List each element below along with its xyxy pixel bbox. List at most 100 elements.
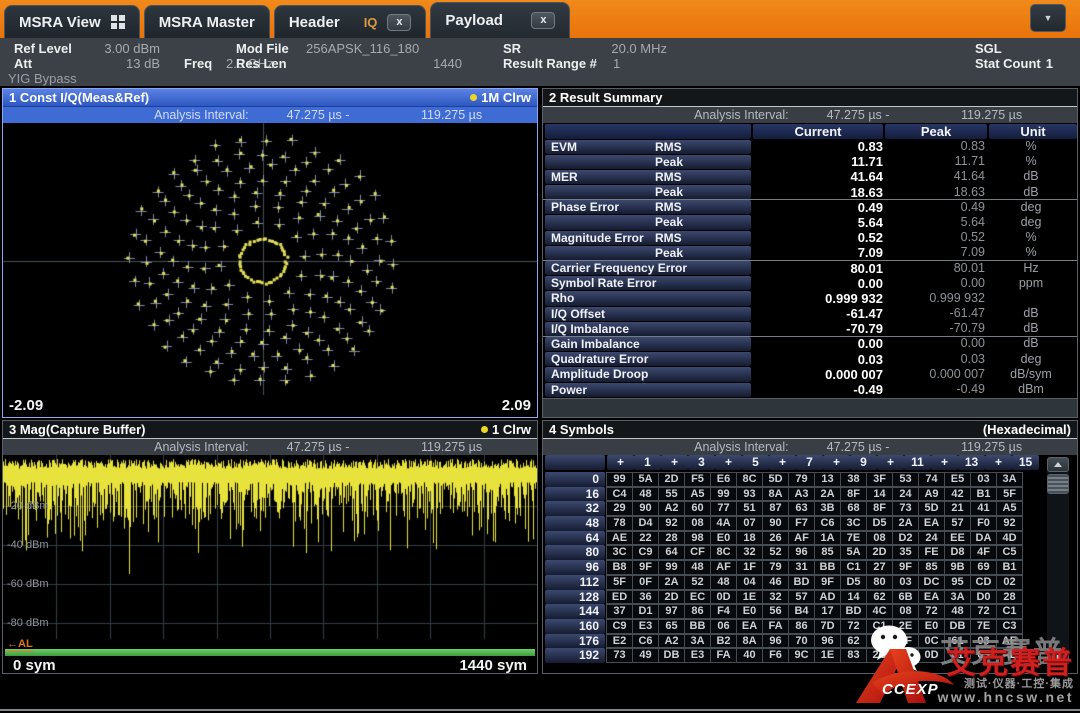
scroll-down-button[interactable]: [1047, 650, 1069, 665]
scroll-up-button[interactable]: [1047, 457, 1069, 472]
tab-bar: MSRA ViewMSRA MasterHeaderIQxPayloadx ▼: [0, 0, 1080, 38]
symbol-byte-cell: 03: [970, 634, 997, 649]
field-ref-level[interactable]: Ref Level3.00 dBm: [14, 41, 160, 56]
scrollbar-thumb[interactable]: [1047, 474, 1069, 494]
result-param-cell: Gain Imbalance: [545, 337, 751, 351]
analysis-interval-from: 47.275 µs -: [249, 440, 388, 454]
field-yig-bypass[interactable]: YIG Bypass: [8, 71, 77, 86]
symbols-offset-label: 64: [545, 531, 605, 546]
result-peak-value: 0.000 007: [883, 367, 985, 382]
result-current-value: 41.64: [751, 169, 883, 184]
symbols-offset-label: 80: [545, 545, 605, 560]
grid-layout-icon: [111, 15, 125, 29]
symbol-byte-cell: C1: [840, 560, 867, 575]
result-row: Quadrature Error0.030.03deg: [543, 352, 1077, 367]
tab-payload[interactable]: Payloadx: [430, 2, 570, 38]
symbols-offset-label: 0: [545, 472, 605, 487]
symbol-byte-cell: 38: [840, 472, 867, 487]
symbols-column-header: 1: [634, 455, 661, 470]
tab-msra-master[interactable]: MSRA Master: [144, 5, 270, 38]
symbols-offset-label: 112: [545, 575, 605, 590]
constellation-title-bar[interactable]: 1 Const I/Q(Meas&Ref) 1M Clrw: [3, 89, 537, 107]
field-mod-file[interactable]: Mod File256APSK_116_180: [236, 41, 419, 56]
symbol-byte-cell: 14: [866, 487, 893, 502]
analysis-interval-from: 47.275 µs -: [789, 108, 928, 122]
symbol-byte-cell: 53: [892, 472, 919, 487]
column-header-current: Current: [753, 124, 883, 139]
symbol-byte-cell: 52: [762, 545, 789, 560]
symbol-byte-cell: BB: [814, 560, 841, 575]
result-row: I/Q Offset-61.47-61.47dB: [543, 306, 1077, 321]
tab-msra-view[interactable]: MSRA View: [4, 5, 140, 38]
symbol-byte-cell: 04: [736, 575, 763, 590]
result-stat-label: Peak: [655, 246, 683, 260]
symbol-byte-cell: C3: [996, 619, 1023, 634]
field-result-range[interactable]: Result Range #1: [503, 56, 620, 71]
symbol-byte-cell: 96: [762, 634, 789, 649]
result-param-label: Amplitude Droop: [551, 367, 648, 381]
symbol-byte-cell: B1: [970, 487, 997, 502]
result-summary-title-bar[interactable]: 2 Result Summary: [543, 89, 1077, 107]
symbol-byte-cell: 8F: [840, 487, 867, 502]
symbol-byte-cell: 8A: [736, 634, 763, 649]
symbol-byte-cell: 02: [996, 575, 1023, 590]
symbol-byte-cell: DC: [918, 575, 945, 590]
symbol-byte-cell: 24: [892, 487, 919, 502]
field-label: SR: [503, 41, 603, 56]
constellation-x-axis: -2.09 2.09: [3, 395, 537, 417]
tab-close-icon[interactable]: x: [387, 14, 411, 31]
result-row: MERRMS41.6441.64dB: [543, 169, 1077, 184]
tab-close-icon[interactable]: x: [531, 12, 555, 29]
symbols-row: 176E2C6A23AB28A96709662285F0C6103AE: [545, 634, 1039, 649]
field-sr[interactable]: SR20.0 MHz: [503, 41, 667, 56]
scrollbar-track[interactable]: [1047, 494, 1069, 650]
window-symbols[interactable]: 4 Symbols (Hexadecimal) Analysis Interva…: [542, 420, 1078, 674]
result-unit: %: [987, 154, 1075, 169]
magnitude-plot[interactable]: [3, 455, 537, 649]
symbol-byte-cell: 64: [658, 545, 685, 560]
window-result-summary[interactable]: 2 Result Summary Analysis Interval: 47.2…: [542, 88, 1078, 418]
symbols-offset-label: 144: [545, 604, 605, 619]
symbol-byte-cell: D4: [632, 516, 659, 531]
analysis-interval-bar: Analysis Interval: 47.275 µs - 119.275 µ…: [543, 107, 1077, 123]
constellation-plot[interactable]: [3, 123, 537, 395]
symbol-byte-cell: 73: [606, 648, 633, 663]
result-param-label: Carrier Frequency Error: [551, 261, 687, 275]
instrument-screen: MSRA ViewMSRA MasterHeaderIQxPayloadx ▼ …: [0, 0, 1080, 713]
magnitude-x-axis: 0 sym 1440 sym: [3, 657, 537, 673]
result-param-cell: Symbol Rate Error: [545, 276, 751, 290]
symbol-byte-cell: F0: [970, 516, 997, 531]
result-current-value: 18.63: [751, 185, 883, 200]
window-magnitude[interactable]: 3 Mag(Capture Buffer) 1 Clrw Analysis In…: [2, 420, 538, 674]
result-param-cell: MERRMS: [545, 170, 751, 184]
result-stat-label: RMS: [655, 140, 682, 154]
symbols-row: 160C9E365BB06EAFA867D72C12EE0DB7EC3: [545, 619, 1039, 634]
symbol-byte-cell: 28: [996, 590, 1023, 605]
symbol-byte-cell: 57: [944, 516, 971, 531]
field-stat-count[interactable]: Stat Count1: [975, 56, 1053, 71]
symbol-byte-cell: 49: [632, 648, 659, 663]
tab-header[interactable]: HeaderIQx: [274, 5, 427, 38]
result-peak-value: 18.63: [883, 185, 985, 200]
symbol-byte-cell: 21: [944, 501, 971, 516]
symbol-byte-cell: 48: [684, 560, 711, 575]
magnitude-title-bar[interactable]: 3 Mag(Capture Buffer) 1 Clrw: [3, 421, 537, 439]
symbol-byte-cell: 27: [866, 560, 893, 575]
symbol-byte-cell: 13: [814, 472, 841, 487]
symbol-byte-cell: 7D: [814, 619, 841, 634]
field-sgl[interactable]: SGL: [975, 41, 1002, 56]
symbol-byte-cell: 40: [736, 648, 763, 663]
result-param-label: I/Q Imbalance: [551, 322, 629, 336]
symbol-byte-cell: EA: [918, 516, 945, 531]
symbol-byte-cell: B2: [710, 634, 737, 649]
x-min-label: -2.09: [9, 397, 43, 415]
symbols-scrollbar[interactable]: [1047, 457, 1069, 665]
field-att[interactable]: Att13 dB: [14, 56, 160, 71]
window-constellation[interactable]: 1 Const I/Q(Meas&Ref) 1M Clrw Analysis I…: [2, 88, 538, 418]
menu-dropdown-button[interactable]: ▼: [1030, 4, 1066, 32]
field-res-len[interactable]: Res Len1440: [236, 56, 462, 71]
symbols-title-bar[interactable]: 4 Symbols (Hexadecimal): [543, 421, 1077, 439]
result-unit: deg: [987, 215, 1075, 230]
result-row: Phase ErrorRMS0.490.49deg: [543, 200, 1077, 215]
result-summary-body: EVMRMS0.830.83%Peak11.7111.71%MERRMS41.6…: [543, 139, 1077, 397]
